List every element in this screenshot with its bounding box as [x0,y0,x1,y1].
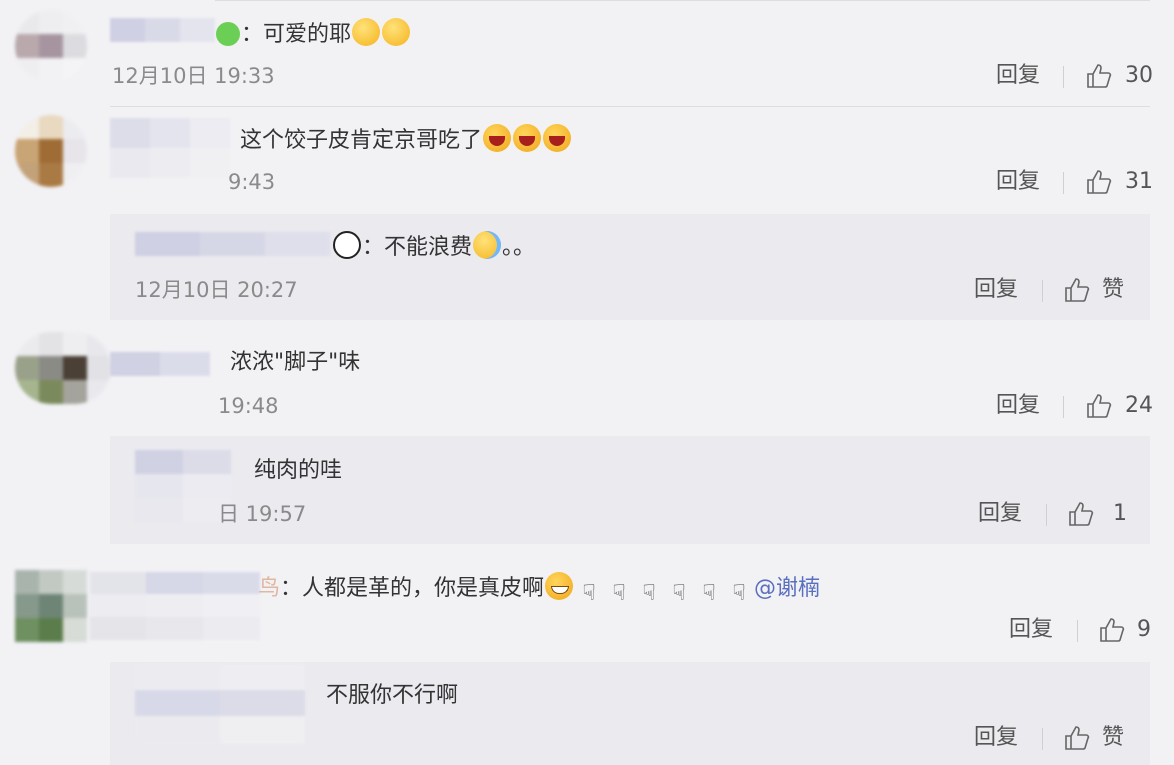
blushing-face-icon [352,18,381,46]
thumbs-up-icon[interactable] [1063,724,1091,752]
rock-hand-icon: ☟ [702,581,716,606]
comment-divider [110,106,1150,107]
blushing-face-icon [382,18,411,46]
like-count: 31 [1125,169,1153,194]
rock-hand-icon: ☟ [582,581,596,606]
comment-time: 19:48 [218,394,279,418]
comment-text: 浓浓"脚子"味 [230,350,361,375]
action-separator [1042,280,1043,302]
comment-time: 9:43 [228,170,276,194]
like-count: 1 [1113,501,1127,526]
username-blurred[interactable] [110,118,230,178]
rock-hand-icon: ☟ [672,581,686,606]
action-separator [1063,396,1064,418]
thumbs-up-icon[interactable] [1098,616,1126,644]
avatar[interactable] [15,570,87,642]
reply-button[interactable]: 回复 [996,391,1040,421]
reply-time: 12月10日 20:27 [135,278,298,302]
reply-time: 日 19:57 [218,502,307,526]
laughing-face-icon [513,124,542,152]
mention-link[interactable]: @谢楠 [754,576,820,601]
action-separator [1063,172,1064,194]
like-count: 24 [1125,393,1153,418]
thumbs-up-icon[interactable] [1085,392,1113,420]
username-blurred[interactable] [135,450,231,522]
comment-text: 这个饺子皮肯定京哥吃了 [240,124,572,156]
panda-icon [333,231,361,259]
reply-text: ：不能浪费。。 [332,231,535,263]
username-blurred[interactable] [135,664,305,744]
reply-button[interactable]: 回复 [996,167,1040,197]
comment-text: ：可爱的耶 [215,18,411,50]
avatar[interactable] [15,115,87,187]
rock-hand-icon: ☟ [612,581,626,606]
username-blurred[interactable] [110,352,210,376]
reply-button[interactable]: 回复 [1009,615,1053,645]
thumbs-up-icon[interactable] [1085,168,1113,196]
username-blurred[interactable] [110,18,215,42]
avatar[interactable] [15,332,111,404]
action-separator [1042,728,1043,750]
reply-text: 不服你不行啊 [326,683,459,708]
reply-button[interactable]: 回复 [978,499,1022,529]
thumbs-up-icon[interactable] [1085,62,1113,90]
thumbs-up-icon[interactable] [1067,500,1095,528]
laughing-face-icon [543,124,572,152]
grinning-face-icon [545,572,574,600]
like-count: 9 [1137,617,1151,642]
reply-text: 纯肉的哇 [254,458,343,483]
like-label[interactable]: 赞 [1102,275,1124,305]
comment-time: 12月10日 19:33 [112,64,275,88]
laughing-face-icon [483,124,512,152]
like-label[interactable]: 赞 [1102,723,1124,753]
action-separator [1046,504,1047,526]
reply-button[interactable]: 回复 [974,275,1018,305]
top-divider [215,0,1150,1]
username-blurred[interactable] [135,232,330,256]
like-count: 30 [1125,63,1153,88]
comment-text: 鸟：人都是革的，你是真皮啊 ☟ ☟ ☟ ☟ ☟ ☟ @谢楠 [258,572,820,607]
rock-hand-icon: ☟ [732,581,746,606]
username-blurred[interactable] [90,572,260,640]
action-separator [1077,620,1078,642]
avatar[interactable] [15,10,87,82]
thumbs-up-icon[interactable] [1063,276,1091,304]
reply-button[interactable]: 回复 [996,61,1040,91]
reply-button[interactable]: 回复 [974,723,1018,753]
rock-hand-icon: ☟ [642,581,656,606]
tears-of-joy-icon [473,231,502,259]
green-heart-icon [216,22,240,46]
action-separator [1063,66,1064,88]
